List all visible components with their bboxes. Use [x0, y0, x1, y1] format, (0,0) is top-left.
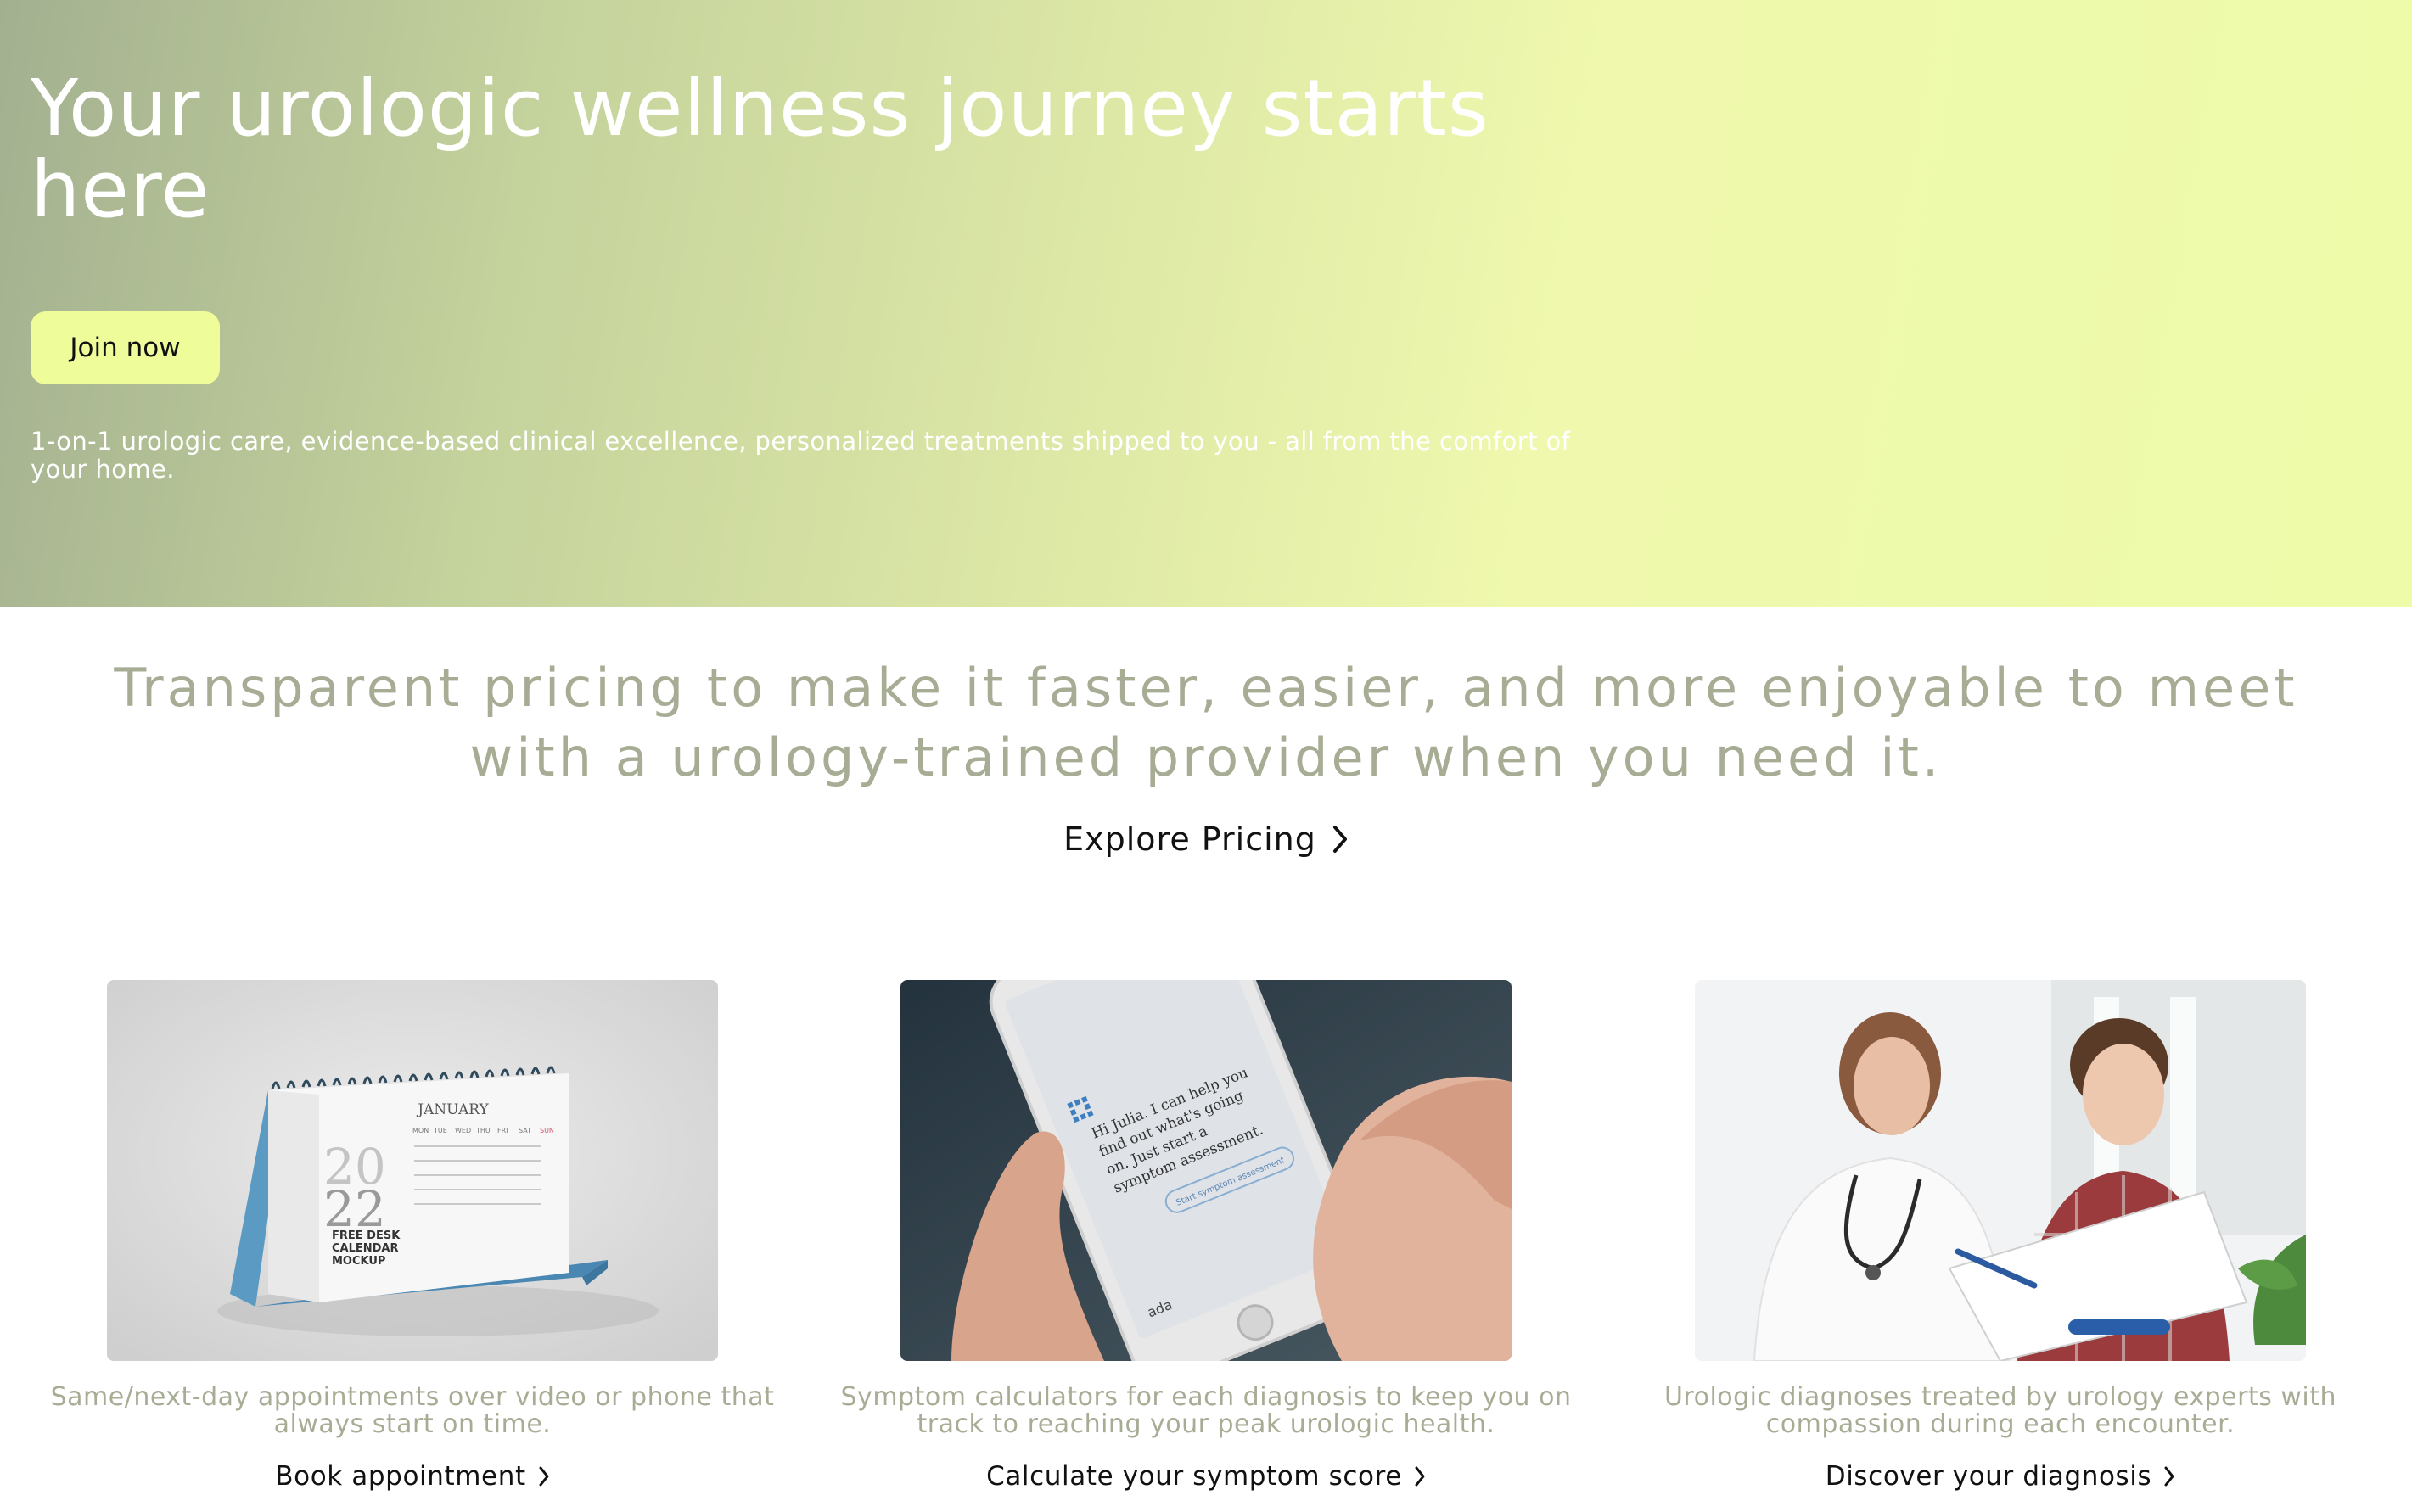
calculate-symptom-score-link[interactable]: Calculate your symptom score: [833, 1458, 1579, 1495]
join-now-button[interactable]: Join now: [31, 311, 220, 384]
chevron-right-icon: [2163, 1465, 2175, 1487]
calendar-day-label: FRI: [497, 1127, 508, 1134]
calendar-line3-text: MOCKUP: [332, 1255, 385, 1268]
calendar-day-label: WED: [455, 1127, 471, 1134]
hero-title: Your urologic wellness journey starts he…: [31, 63, 1489, 235]
calculate-symptom-score-label: Calculate your symptom score: [986, 1461, 1402, 1492]
discover-diagnosis-label: Discover your diagnosis: [1825, 1461, 2152, 1492]
calendar-line1-text: FREE DESK: [332, 1229, 401, 1242]
discover-diagnosis-link[interactable]: Discover your diagnosis: [1627, 1458, 2374, 1495]
phone-symptom-app-photo: Hi Julia. I can help you find out what's…: [900, 980, 1512, 1361]
calendar-day-label: TUE: [433, 1127, 447, 1134]
calendar-month-text: JANUARY: [416, 1101, 489, 1118]
explore-pricing-label: Explore Pricing: [1063, 820, 1316, 858]
book-appointment-link[interactable]: Book appointment: [39, 1458, 786, 1495]
chevron-right-icon: [1332, 825, 1349, 854]
card-diagnosis-text: Urologic diagnoses treated by urology ex…: [1663, 1382, 2337, 1439]
book-appointment-label: Book appointment: [275, 1461, 526, 1492]
calendar-day-label: MON: [412, 1127, 429, 1134]
card-symptom-text: Symptom calculators for each diagnosis t…: [840, 1382, 1572, 1439]
card-appointments-text: Same/next-day appointments over video or…: [50, 1382, 775, 1439]
chevron-right-icon: [538, 1465, 550, 1487]
hero-banner: Your urologic wellness journey starts he…: [0, 0, 2412, 607]
calendar-day-label: THU: [475, 1127, 491, 1134]
hero-subtitle: 1-on-1 urologic care, evidence-based cli…: [31, 427, 1571, 484]
doctor-patient-photo: [1695, 980, 2306, 1361]
explore-pricing-link[interactable]: Explore Pricing: [951, 817, 1461, 861]
calendar-day-label: SUN: [540, 1127, 554, 1134]
desk-calendar-photo: JANUARY 20 22 FREE DESK CALENDAR MOCKUP …: [107, 980, 718, 1361]
chevron-right-icon: [1414, 1465, 1426, 1487]
calendar-day-label: SAT: [519, 1127, 531, 1134]
pricing-headline: Transparent pricing to make it faster, e…: [114, 657, 2298, 788]
calendar-line2-text: CALENDAR: [332, 1242, 399, 1255]
